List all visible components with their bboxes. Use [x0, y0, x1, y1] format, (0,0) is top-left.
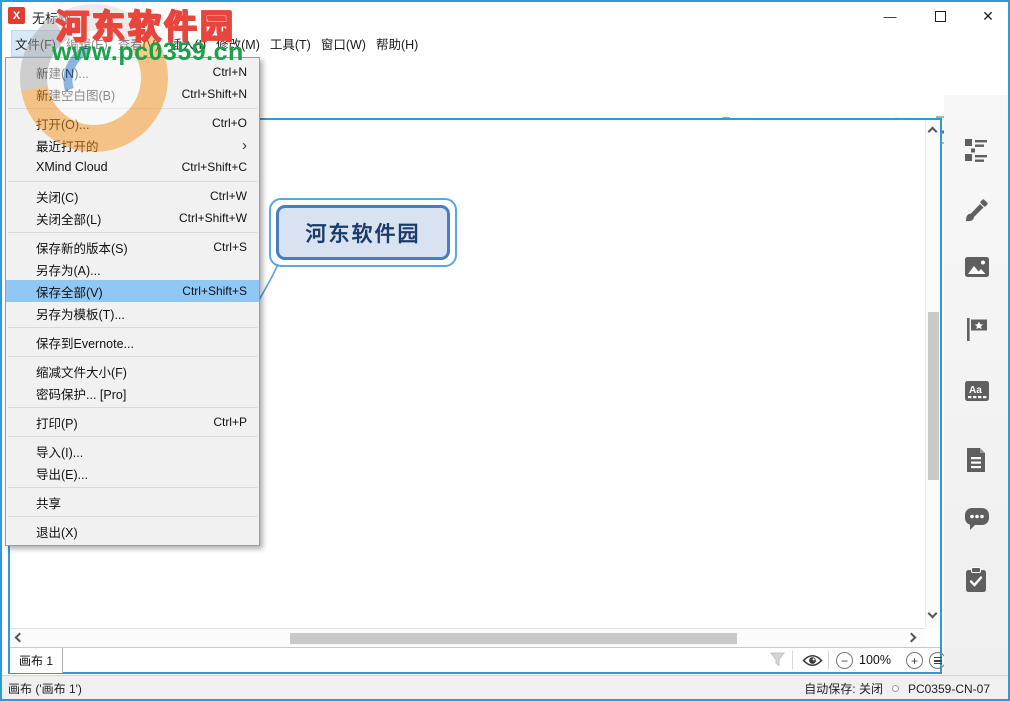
xmind-app-icon: X: [8, 7, 25, 24]
menu-item-label: 保存新的版本(S): [36, 238, 128, 257]
central-topic[interactable]: 河东软件园: [276, 205, 450, 260]
menu-item[interactable]: 关闭(C) Ctrl+W: [6, 185, 259, 207]
image-panel-icon[interactable]: [963, 254, 991, 282]
label-panel-icon[interactable]: Aa: [963, 379, 991, 407]
marker-flag-icon[interactable]: [963, 316, 991, 344]
scroll-down-icon[interactable]: [928, 609, 938, 619]
status-selection: 画布 ('画布 1'): [8, 680, 82, 697]
menubar-item[interactable]: 工具(T): [266, 30, 315, 57]
menu-item-shortcut: Ctrl+N: [213, 65, 247, 79]
menu-item-label: XMind Cloud: [36, 160, 108, 174]
notes-panel-icon[interactable]: [963, 446, 991, 474]
menu-item-label: 导出(E)...: [36, 464, 88, 483]
menu-separator: [8, 181, 257, 182]
menu-item-shortcut: Ctrl+O: [212, 116, 247, 130]
menu-item[interactable]: 导入(I)...: [6, 440, 259, 462]
horizontal-scrollbar-thumb[interactable]: [290, 633, 737, 644]
vertical-scrollbar-thumb[interactable]: [928, 312, 939, 480]
menu-item-shortcut: Ctrl+Shift+N: [182, 87, 247, 101]
menu-item-label: 关闭(C): [36, 187, 78, 206]
menu-item[interactable]: 另存为(A)...: [6, 258, 259, 280]
format-brush-icon[interactable]: [963, 196, 991, 224]
menu-item-shortcut: Ctrl+S: [213, 240, 247, 254]
menu-item-shortcut: Ctrl+P: [213, 415, 247, 429]
menu-item[interactable]: 缩减文件大小(F): [6, 360, 259, 382]
outline-panel-icon[interactable]: [963, 137, 991, 165]
scroll-up-icon[interactable]: [928, 127, 938, 137]
tabbar-separator: [792, 651, 793, 669]
filter-icon[interactable]: [770, 652, 785, 667]
menu-item-label: 密码保护... [Pro]: [36, 384, 126, 403]
submenu-arrow-icon: ›: [242, 138, 247, 153]
maximize-button[interactable]: [926, 4, 954, 28]
menu-item-label: 关闭全部(L): [36, 209, 101, 228]
fit-zoom-icon: [934, 657, 942, 664]
menu-item[interactable]: 关闭全部(L) Ctrl+Shift+W: [6, 207, 259, 229]
menu-separator: [8, 356, 257, 357]
zoom-out-button[interactable]: −: [836, 652, 853, 669]
menu-item-label: 打印(P): [36, 413, 78, 432]
close-button[interactable]: ✕: [974, 4, 1002, 28]
svg-text:Aa: Aa: [969, 385, 982, 396]
menu-item-shortcut: Ctrl+W: [210, 189, 247, 203]
menu-item-label: 保存全部(V): [36, 282, 103, 301]
menu-item[interactable]: 保存新的版本(S) Ctrl+S: [6, 236, 259, 258]
tabbar-separator: [828, 651, 829, 669]
menu-item[interactable]: 保存到Evernote...: [6, 331, 259, 353]
menu-item[interactable]: 退出(X): [6, 520, 259, 542]
menu-item-label: 缩减文件大小(F): [36, 362, 127, 381]
scroll-left-icon[interactable]: [15, 633, 25, 643]
comment-panel-icon[interactable]: [963, 506, 991, 534]
menu-item-label: 导入(I)...: [36, 442, 83, 461]
menu-separator: [8, 407, 257, 408]
zoom-level: 100%: [859, 653, 891, 667]
menu-item[interactable]: XMind Cloud Ctrl+Shift+C: [6, 156, 259, 178]
menu-separator: [8, 487, 257, 488]
sheet-tab-bar: 画布 1 − 100% +: [10, 647, 940, 672]
menu-item-shortcut: Ctrl+Shift+W: [179, 211, 247, 225]
menu-item[interactable]: 保存全部(V) Ctrl+Shift+S: [6, 280, 259, 302]
menubar-item[interactable]: 窗口(W): [317, 30, 370, 57]
menu-item[interactable]: 另存为模板(T)...: [6, 302, 259, 324]
menu-item[interactable]: 密码保护... [Pro]: [6, 382, 259, 404]
topic-selection-ring: 河东软件园: [269, 198, 457, 267]
menubar-item[interactable]: 帮助(H): [372, 30, 422, 57]
menu-separator: [8, 232, 257, 233]
horizontal-scrollbar[interactable]: [10, 628, 925, 647]
sheet-tab-canvas1[interactable]: 画布 1: [10, 648, 63, 673]
autosave-status: 自动保存: 关闭: [804, 680, 883, 697]
vertical-scrollbar[interactable]: [925, 120, 940, 628]
menu-item[interactable]: 共享: [6, 491, 259, 513]
watermark-url: www.pc0359.cn: [52, 38, 244, 67]
menu-item-label: 另存为模板(T)...: [36, 304, 125, 323]
connection-dot-icon: [892, 685, 899, 692]
task-panel-icon[interactable]: [963, 566, 991, 594]
menu-item-label: 共享: [36, 493, 61, 512]
scroll-right-icon[interactable]: [907, 633, 917, 643]
menu-item-shortcut: Ctrl+Shift+S: [182, 284, 247, 298]
menu-item-label: 另存为(A)...: [36, 260, 101, 279]
zoom-in-button[interactable]: +: [906, 652, 923, 669]
menu-item-label: 保存到Evernote...: [36, 333, 134, 352]
minimize-button[interactable]: —: [876, 4, 904, 28]
menu-item[interactable]: 导出(E)...: [6, 462, 259, 484]
machine-name: PC0359-CN-07: [908, 682, 990, 696]
menu-separator: [8, 436, 257, 437]
preview-eye-icon[interactable]: [802, 653, 823, 668]
menu-item-label: 退出(X): [36, 522, 78, 541]
menu-separator: [8, 516, 257, 517]
app-window: X 无标题 — ✕ 文件(F)编辑(E)查看(V)插入(I)修改(M)工具(T)…: [0, 0, 1010, 701]
status-bar: 画布 ('画布 1') 自动保存: 关闭 PC0359-CN-07: [0, 675, 1010, 701]
menu-item[interactable]: 打印(P) Ctrl+P: [6, 411, 259, 433]
menu-item-shortcut: Ctrl+Shift+C: [182, 160, 247, 174]
maximize-icon: [935, 11, 946, 22]
menu-separator: [8, 327, 257, 328]
